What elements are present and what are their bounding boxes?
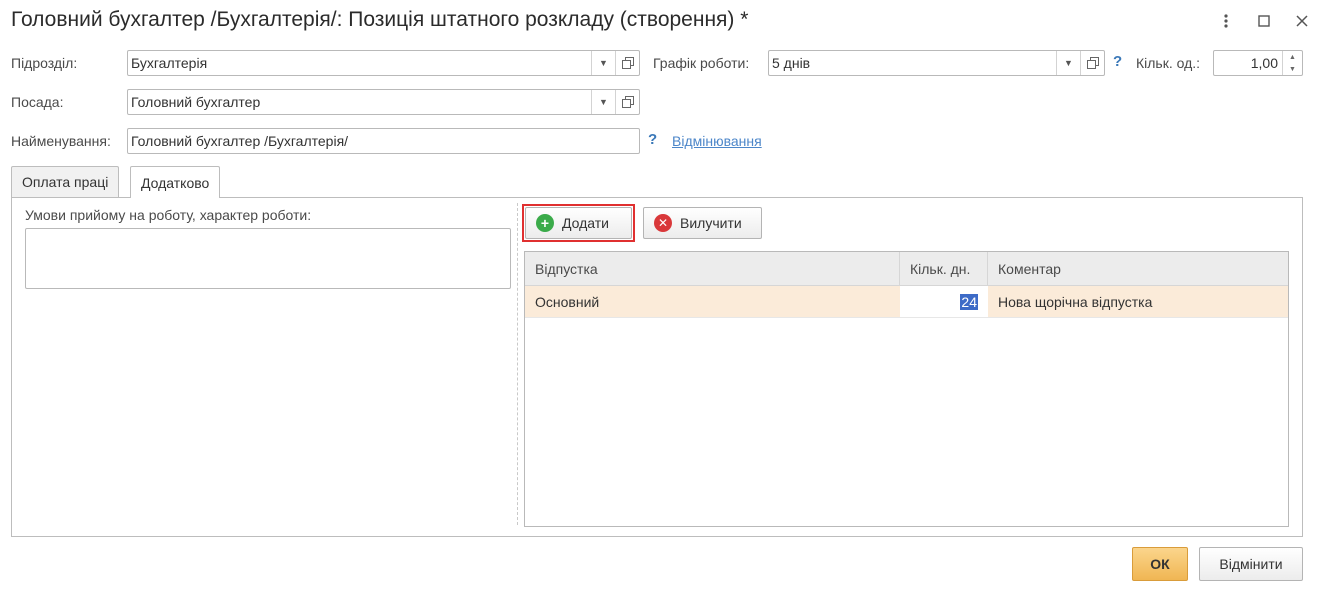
tab-payment[interactable]: Оплата праці [11,166,120,197]
cell-comment[interactable]: Нова щорічна відпустка [988,286,1288,317]
remove-button-label: Вилучити [680,215,742,231]
more-vertical-icon[interactable] [1215,10,1237,32]
cell-days[interactable]: 24 [900,286,988,317]
dropdown-arrow-icon[interactable]: ▼ [1056,51,1080,75]
schedule-help-icon[interactable]: ? [1113,53,1122,70]
open-icon[interactable] [615,90,639,114]
cancel-button[interactable]: Відмінити [1199,547,1303,581]
cell-days-value[interactable]: 24 [960,293,978,310]
window-title: Головний бухгалтер /Бухгалтерія/: Позиці… [11,8,749,31]
conditions-label: Умови прийому на роботу, характер роботи… [25,207,312,223]
add-button-label: Додати [562,215,609,231]
conditions-textarea[interactable] [25,228,511,289]
pane-splitter[interactable] [517,203,518,525]
cell-vacation[interactable]: Основний [525,286,900,317]
position-label: Посада: [11,94,64,110]
add-button[interactable]: + Додати [525,207,632,239]
column-header-comment[interactable]: Коментар [988,252,1288,285]
schedule-field[interactable]: 5 днів ▼ [768,50,1105,76]
table-header: Відпустка Кільк. дн. Коментар [525,252,1288,286]
dropdown-arrow-icon[interactable]: ▼ [591,51,615,75]
position-value[interactable]: Головний бухгалтер [128,94,591,110]
units-stepper[interactable]: 1,00 ▲ ▼ [1213,50,1303,76]
name-help-icon[interactable]: ? [648,131,657,148]
schedule-label: Графік роботи: [653,55,750,71]
name-value[interactable]: Головний бухгалтер /Бухгалтерія/ [128,133,639,149]
maximize-icon[interactable] [1253,10,1275,32]
open-icon[interactable] [1080,51,1104,75]
schedule-value[interactable]: 5 днів [769,55,1056,71]
department-label: Підрозділ: [11,55,78,71]
column-header-days[interactable]: Кільк. дн. [900,252,988,285]
ok-button[interactable]: ОК [1132,547,1188,581]
dropdown-arrow-icon[interactable]: ▼ [591,90,615,114]
vacation-table[interactable]: Відпустка Кільк. дн. Коментар Основний 2… [524,251,1289,527]
remove-button[interactable]: ✕ Вилучити [643,207,762,239]
declension-link[interactable]: Відмінювання [672,133,762,149]
close-icon[interactable] [1291,10,1313,32]
name-field[interactable]: Головний бухгалтер /Бухгалтерія/ [127,128,640,154]
tab-additional[interactable]: Додатково [130,166,221,198]
department-value[interactable]: Бухгалтерія [128,55,591,71]
units-value[interactable]: 1,00 [1214,55,1282,71]
department-field[interactable]: Бухгалтерія ▼ [127,50,640,76]
position-field[interactable]: Головний бухгалтер ▼ [127,89,640,115]
table-row[interactable]: Основний 24 Нова щорічна відпустка [525,286,1288,318]
plus-icon: + [536,214,554,232]
units-label: Кільк. од.: [1136,55,1201,71]
open-icon[interactable] [615,51,639,75]
column-header-vacation[interactable]: Відпустка [525,252,900,285]
remove-icon: ✕ [654,214,672,232]
name-label: Найменування: [11,133,111,149]
stepper-arrows-icon[interactable]: ▲ ▼ [1282,51,1302,75]
